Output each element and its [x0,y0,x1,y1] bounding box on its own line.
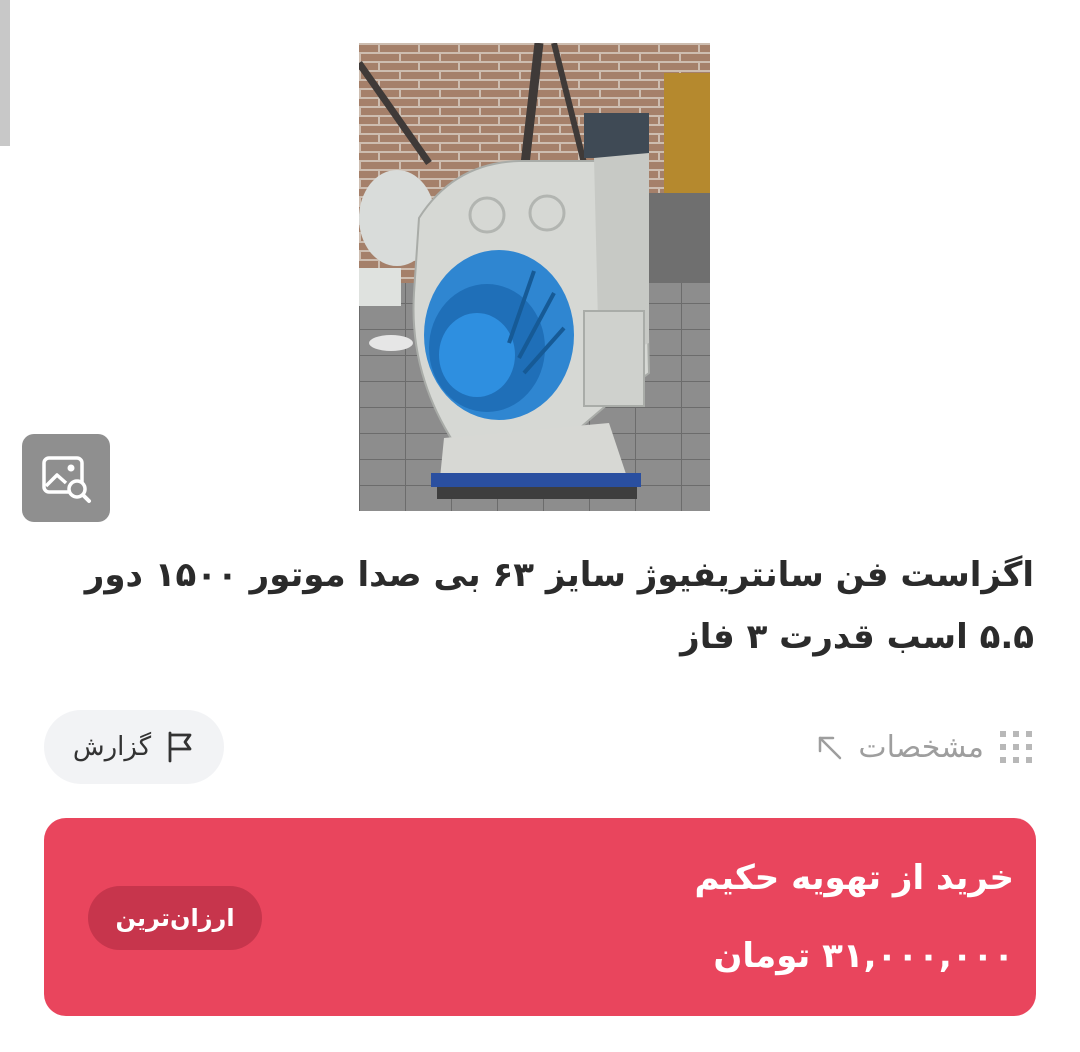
product-title: اگزاست فن سانتریفیوژ سایز ۶۳ بی صدا موتو… [84,555,1034,657]
scroll-indicator [0,0,10,146]
grid-dots-icon [1000,731,1032,763]
report-button[interactable]: گزارش [44,710,224,784]
product-photo-illustration [359,43,710,511]
report-label: گزارش [72,732,152,762]
product-image[interactable] [359,43,710,511]
specs-link[interactable]: مشخصات [814,722,1034,772]
price-label: ۳۱,۰۰۰,۰۰۰ تومان [713,936,1014,976]
flag-icon [168,731,192,763]
specs-label: مشخصات [858,729,984,765]
image-search-button[interactable] [22,434,110,522]
cheapest-badge: ارزان‌ترین [88,886,262,950]
image-search-icon [42,456,91,503]
product-page: اگزاست فن سانتریفیوژ سایز ۶۳ بی صدا موتو… [0,0,1080,1052]
arrow-up-left-icon [819,736,842,760]
seller-label: خرید از تهویه حکیم [694,858,1014,898]
